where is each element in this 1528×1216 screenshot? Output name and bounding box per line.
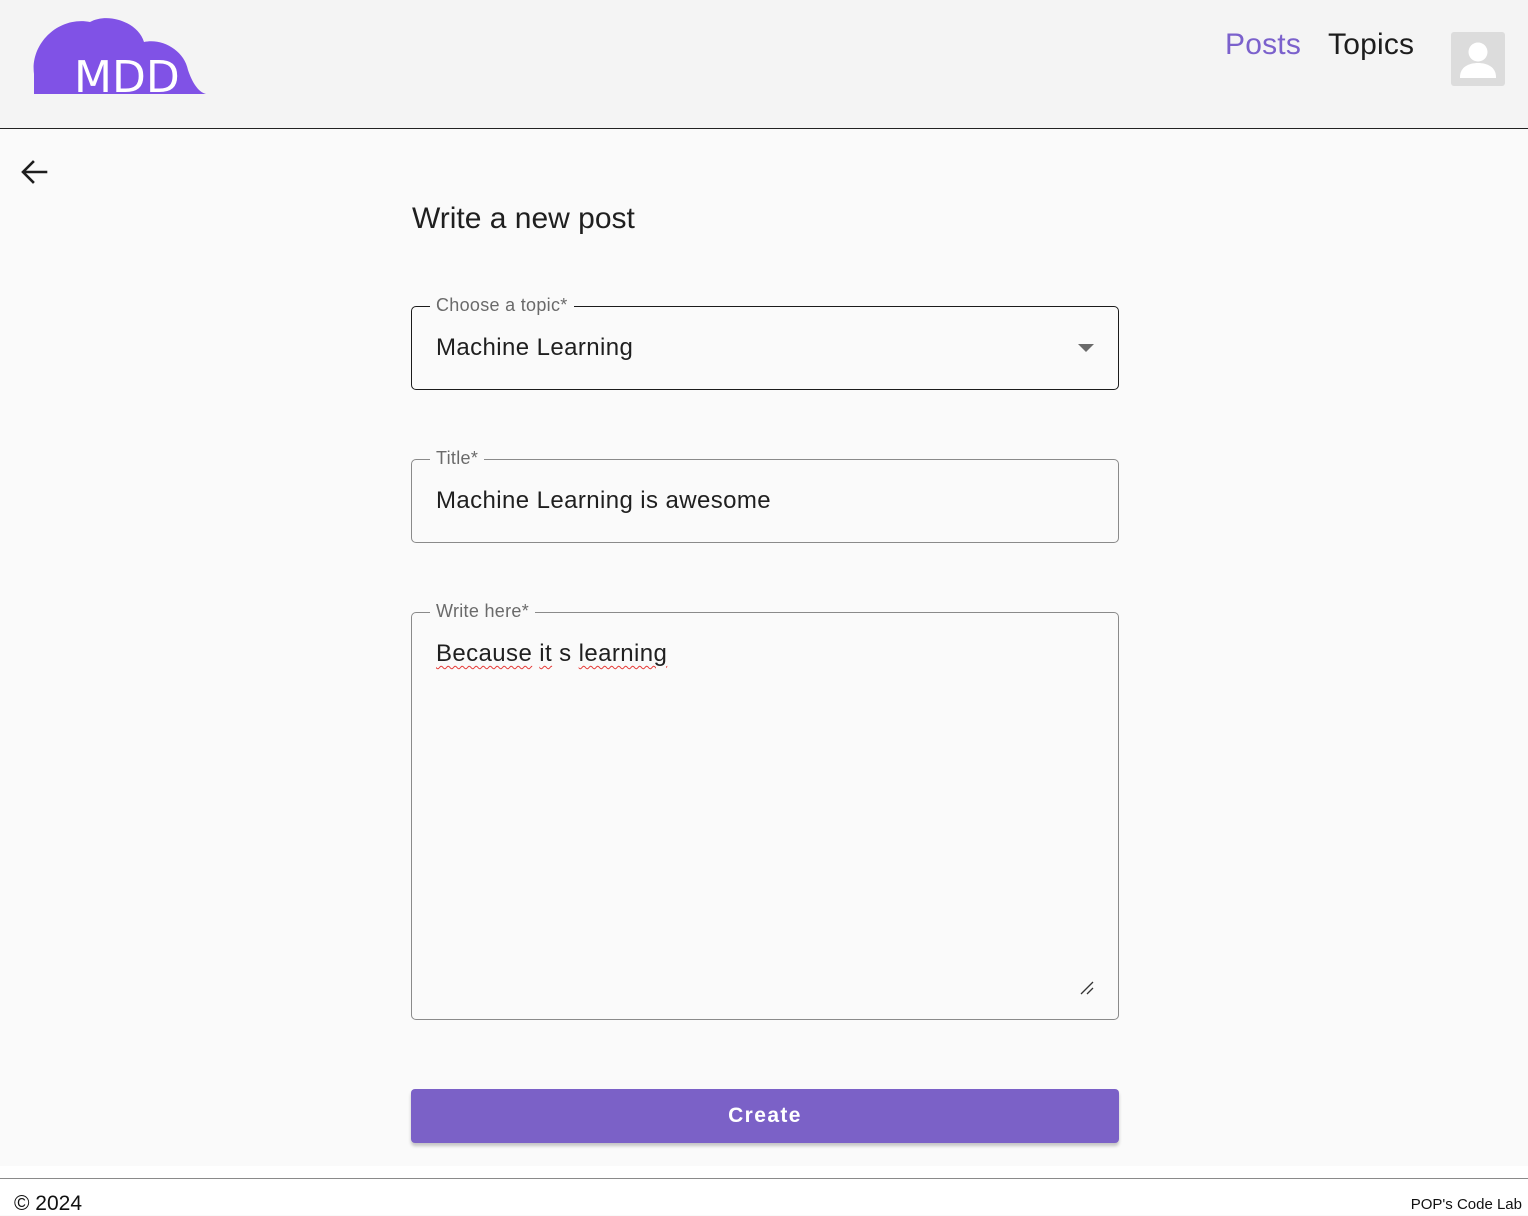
chevron-down-icon <box>1078 344 1094 352</box>
nav-topics-link[interactable]: Topics <box>1328 28 1414 68</box>
content-word: Because <box>436 640 533 667</box>
footer-credit: POP's Code Lab <box>1410 1196 1522 1213</box>
nav-posts-link[interactable]: Posts <box>1225 28 1301 68</box>
arrow-left-icon <box>21 160 48 184</box>
logo-cloud-icon: MDD <box>33 18 207 98</box>
page-footer: © 2024 POP's Code Lab <box>0 1166 1528 1215</box>
footer-divider <box>0 1178 1528 1179</box>
mdd-logo[interactable]: MDD <box>30 16 210 98</box>
user-avatar-button[interactable] <box>1451 32 1505 86</box>
back-button[interactable] <box>18 156 50 188</box>
topic-select-value: Machine Learning <box>436 334 634 361</box>
content-textarea-value: Because it s learning <box>436 640 667 668</box>
page-title: Write a new post <box>412 202 635 235</box>
content-word: s <box>559 640 572 667</box>
footer-copyright: © 2024 <box>14 1192 83 1215</box>
resize-handle-icon[interactable] <box>1080 981 1094 995</box>
create-button[interactable]: Create <box>411 1089 1119 1143</box>
content-textarea[interactable]: Write here* Because it s learning <box>411 601 1119 1020</box>
title-input[interactable]: Title* Machine Learning is awesome <box>411 448 1119 543</box>
title-input-label: Title* <box>430 448 485 469</box>
logo-text: MDD <box>74 52 180 98</box>
topic-select[interactable]: Choose a topic* Machine Learning <box>411 295 1119 390</box>
topic-select-label: Choose a topic* <box>430 295 574 316</box>
content-textarea-label: Write here* <box>430 601 536 622</box>
title-input-value: Machine Learning is awesome <box>436 487 771 514</box>
user-avatar-icon <box>1460 42 1496 78</box>
top-header: MDD Posts Topics <box>0 0 1528 129</box>
content-word: learning <box>578 640 668 667</box>
content-word: it <box>539 640 553 667</box>
